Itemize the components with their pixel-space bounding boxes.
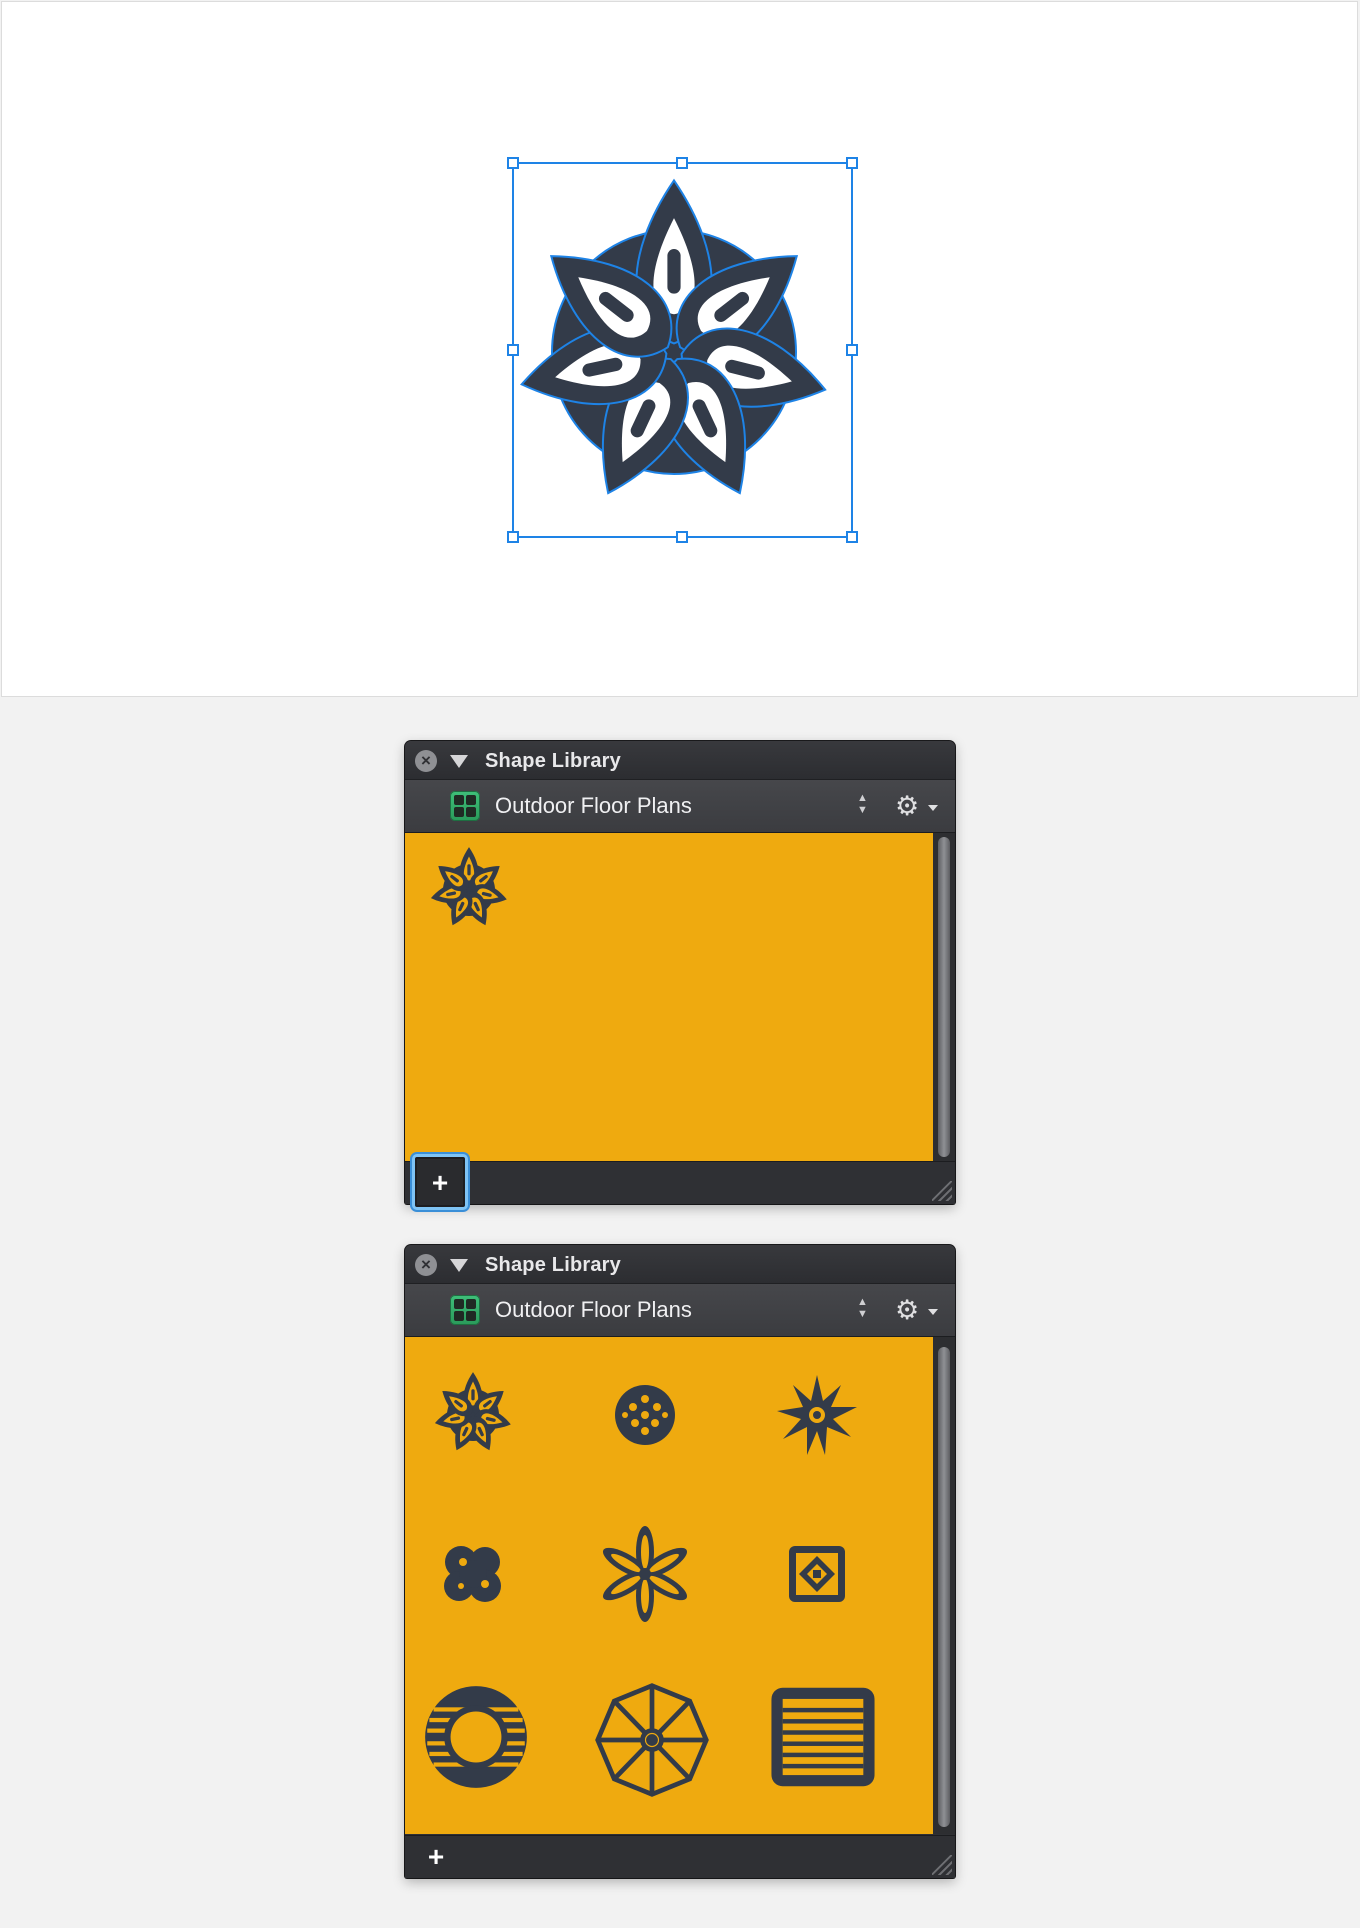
add-shape-button[interactable]: + [418,1839,454,1875]
library-selector[interactable]: Outdoor Floor Plans ▲ ▼ ⚙ [405,1284,955,1337]
shape-item-spiky-plant[interactable] [767,1365,867,1465]
shape-item-star-plant[interactable] [419,840,519,940]
shape-item-bush[interactable] [423,1524,523,1624]
stepper-arrows-icon[interactable]: ▲ ▼ [857,792,868,816]
resize-grip-icon[interactable] [932,1181,952,1201]
shape-item-tile-square[interactable] [767,1524,867,1624]
shape-item-umbrella[interactable] [593,1681,711,1799]
shape-library-panel: × Shape Library Outdoor Floor Plans ▲ ▼ ⚙… [405,741,955,1210]
lounger-icon [771,1687,875,1787]
shape-item-star-plant[interactable] [423,1365,523,1465]
shape-grid [405,833,933,1161]
library-icon [450,1295,480,1325]
umbrella-icon [595,1683,709,1797]
gear-menu-button[interactable]: ⚙ [895,1296,943,1324]
six-petal-flower-icon [602,1526,688,1622]
library-selector[interactable]: Outdoor Floor Plans ▲ ▼ ⚙ [405,780,955,833]
chevron-down-icon [928,1309,938,1315]
scrollbar[interactable] [933,1337,955,1834]
panel-titlebar[interactable]: × Shape Library [405,741,955,780]
chevron-down-icon [928,805,938,811]
gear-icon: ⚙ [895,791,920,821]
disclosure-triangle-icon[interactable] [450,1259,468,1272]
gear-menu-button[interactable]: ⚙ [895,792,943,820]
bush-icon [444,1546,501,1602]
resize-grip-icon[interactable] [932,1855,952,1875]
spiky-plant-icon [777,1375,857,1455]
library-icon [450,791,480,821]
panel-footer: + [405,1835,955,1878]
panel-title: Shape Library [485,750,621,772]
library-name: Outdoor Floor Plans [495,793,692,818]
shape-library-panel: × Shape Library Outdoor Floor Plans ▲ ▼ ⚙ [405,1245,955,1878]
selected-plant-shape[interactable] [2,2,1359,698]
panel-titlebar[interactable]: × Shape Library [405,1245,955,1284]
star-plant-icon [434,1372,511,1451]
shape-item-lounger[interactable] [767,1681,879,1793]
gear-icon: ⚙ [895,1295,920,1325]
flower-cluster-icon [615,1385,675,1445]
drawing-canvas[interactable] [1,1,1358,697]
star-plant-icon [430,847,507,926]
stepper-arrows-icon[interactable]: ▲ ▼ [857,1296,868,1320]
close-icon[interactable]: × [415,1254,437,1276]
shape-item-flower-cluster[interactable] [595,1365,695,1465]
round-table-icon [425,1686,527,1788]
close-icon[interactable]: × [415,750,437,772]
library-name: Outdoor Floor Plans [495,1297,692,1322]
scrollbar-thumb[interactable] [938,837,950,1157]
panel-footer: + [405,1154,955,1210]
shape-item-six-petal-flower[interactable] [595,1524,695,1624]
shape-item-round-table[interactable] [423,1684,529,1790]
scrollbar-thumb[interactable] [938,1347,950,1827]
disclosure-triangle-icon[interactable] [450,755,468,768]
add-shape-button[interactable]: + [412,1154,468,1210]
panel-title: Shape Library [485,1254,621,1276]
scrollbar[interactable] [933,833,955,1161]
tile-square-icon [789,1546,845,1602]
shape-grid [405,1337,933,1834]
